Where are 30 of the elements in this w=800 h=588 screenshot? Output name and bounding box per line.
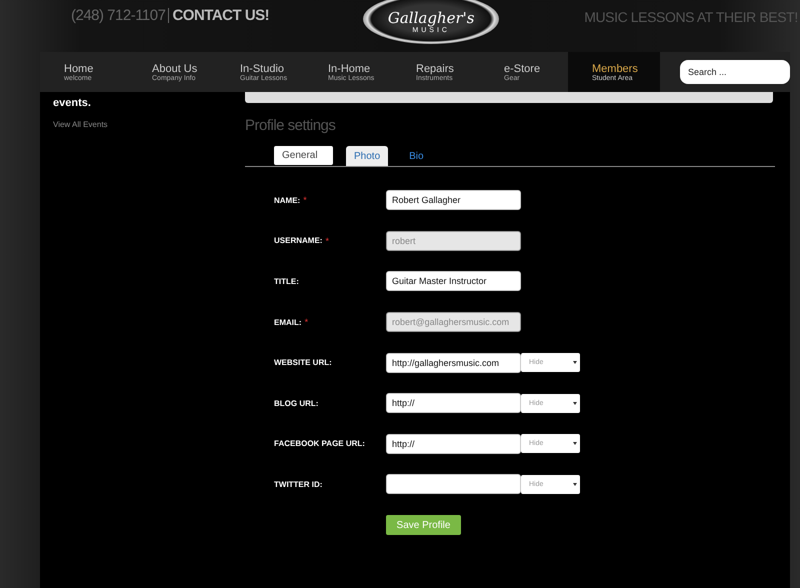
tab[interactable]: Bio [401, 146, 432, 166]
field-label: EMAIL: [274, 318, 302, 327]
input-field[interactable]: http:// [386, 393, 521, 414]
required-mark: * [304, 317, 308, 328]
field-label: TITLE: [274, 276, 299, 286]
dropdown-arrow-icon [573, 361, 577, 364]
dropdown-arrow-icon [573, 442, 577, 446]
input-field[interactable]: http:// [386, 434, 521, 454]
required-mark: * [325, 236, 329, 246]
dropdown-arrow-icon [573, 402, 577, 405]
field-label: USERNAME: [274, 236, 322, 246]
field-label: TWITTER ID: [274, 480, 322, 489]
search-field[interactable]: Search ... [680, 60, 790, 84]
phone-number: (248) 712-1107 [71, 7, 166, 24]
tab[interactable]: General [274, 146, 333, 165]
input-field[interactable] [386, 474, 521, 494]
field-label: WEBSITE URL: [274, 358, 332, 368]
page-title: Profile settings [245, 117, 336, 134]
required-mark: * [303, 195, 307, 206]
field-label: FACEBOOK PAGE URL: [274, 439, 365, 448]
contact-link[interactable]: CONTACT US! [172, 7, 270, 24]
input-field[interactable]: http://gallaghersmusic.com [386, 352, 521, 373]
field-label: NAME: [274, 196, 300, 205]
sidebar-text: events. [53, 97, 92, 109]
input-field[interactable]: Guitar Master Instructor [386, 271, 521, 292]
tab[interactable]: Photo [346, 146, 388, 166]
input-field[interactable]: Robert Gallagher [386, 190, 521, 210]
view-all-events-link[interactable]: View All Events [53, 120, 108, 129]
field-label: BLOG URL: [274, 398, 318, 408]
dropdown-arrow-icon [573, 482, 577, 486]
